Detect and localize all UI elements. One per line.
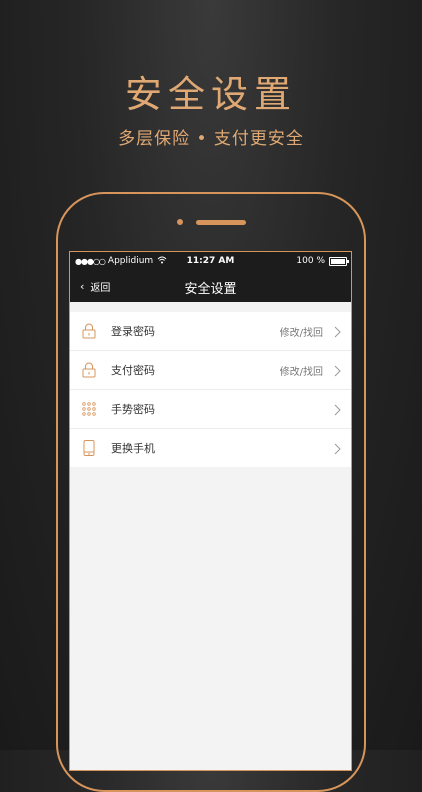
row-label: 手势密码 <box>111 403 155 416</box>
settings-row-gesture-password[interactable]: 手势密码 <box>70 390 351 429</box>
settings-list: 登录密码 修改/找回 支付密码 修改/找回 手势密码 更换手机 <box>70 312 351 467</box>
row-hint: 修改/找回 <box>279 366 323 378</box>
row-hint: 修改/找回 <box>279 327 323 339</box>
chevron-right-icon <box>331 441 343 455</box>
hero-subtitle: 多层保险 • 支付更安全 <box>118 129 304 149</box>
settings-row-payment-password[interactable]: 支付密码 修改/找回 <box>70 351 351 390</box>
chevron-right-icon <box>331 402 343 416</box>
battery-icon <box>329 256 349 266</box>
settings-row-change-phone[interactable]: 更换手机 <box>70 429 351 467</box>
lock-icon <box>82 362 96 378</box>
status-bar: ●●●○○ Applidium 11:27 AM 100 % <box>70 252 351 270</box>
chevron-right-icon <box>331 324 343 338</box>
row-label: 支付密码 <box>111 364 155 377</box>
row-label: 更换手机 <box>111 442 155 455</box>
gesture-grid-icon <box>82 401 96 417</box>
battery-percent: 100 % <box>296 256 325 266</box>
navigation-bar: ‹ 返回 安全设置 <box>70 270 351 302</box>
camera-dot <box>177 219 183 225</box>
phone-icon <box>82 440 96 456</box>
chevron-right-icon <box>331 363 343 377</box>
hero-title: 安全设置 <box>125 73 297 116</box>
phone-screen: ●●●○○ Applidium 11:27 AM 100 % ‹ 返回 安全设置… <box>69 251 352 771</box>
lock-icon <box>82 323 96 339</box>
speaker-slot <box>196 220 246 225</box>
nav-title: 安全设置 <box>184 282 237 297</box>
settings-row-login-password[interactable]: 登录密码 修改/找回 <box>70 312 351 351</box>
row-label: 登录密码 <box>111 325 155 338</box>
